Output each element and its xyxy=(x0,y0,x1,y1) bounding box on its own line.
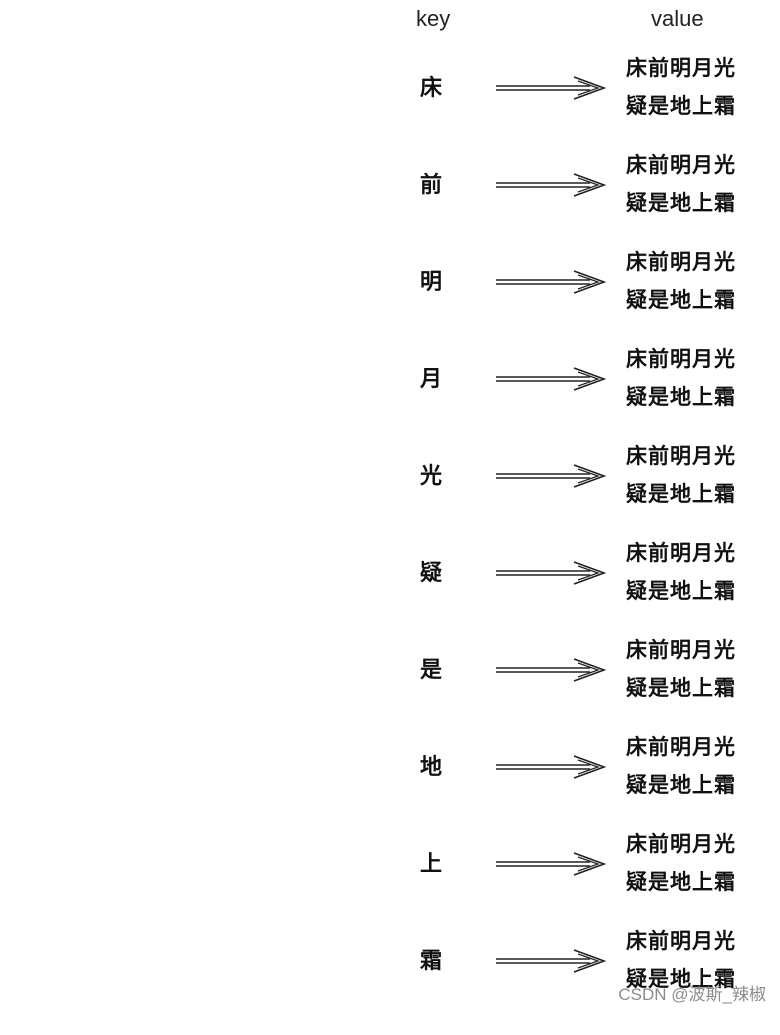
value-line-1: 床前明月光 xyxy=(626,929,736,953)
right-double-line-arrow-icon xyxy=(496,173,607,197)
value-header: value xyxy=(651,6,704,31)
value-line-2: 疑是地上霜 xyxy=(626,94,736,118)
right-double-line-arrow-icon xyxy=(496,949,607,973)
right-double-line-arrow-icon xyxy=(496,561,607,585)
mapping-row: 地 床前明月光疑是地上霜 xyxy=(0,735,780,841)
value-line-1: 床前明月光 xyxy=(626,541,736,565)
key-char: 地 xyxy=(420,755,443,780)
value-line-2: 疑是地上霜 xyxy=(626,676,736,700)
mapping-row: 月 床前明月光疑是地上霜 xyxy=(0,347,780,453)
value-line-2: 疑是地上霜 xyxy=(626,579,736,603)
key-char: 明 xyxy=(420,270,443,295)
value-line-2: 疑是地上霜 xyxy=(626,191,736,215)
value-line-1: 床前明月光 xyxy=(626,347,736,371)
value-line-2: 疑是地上霜 xyxy=(626,773,736,797)
value-line-1: 床前明月光 xyxy=(626,153,736,177)
mapping-row: 上 床前明月光疑是地上霜 xyxy=(0,832,780,938)
key-char: 霜 xyxy=(420,949,443,974)
value-line-2: 疑是地上霜 xyxy=(626,870,736,894)
right-double-line-arrow-icon xyxy=(496,270,607,294)
right-double-line-arrow-icon xyxy=(496,658,607,682)
value-line-1: 床前明月光 xyxy=(626,444,736,468)
key-char: 前 xyxy=(420,173,443,198)
value-line-1: 床前明月光 xyxy=(626,832,736,856)
mapping-row: 疑 床前明月光疑是地上霜 xyxy=(0,541,780,647)
key-char: 疑 xyxy=(420,561,443,586)
watermark: CSDN @波斯_辣椒 xyxy=(618,985,766,1004)
mapping-row: 是 床前明月光疑是地上霜 xyxy=(0,638,780,744)
key-char: 月 xyxy=(420,367,443,392)
right-double-line-arrow-icon xyxy=(496,76,607,100)
right-double-line-arrow-icon xyxy=(496,464,607,488)
value-line-1: 床前明月光 xyxy=(626,56,736,80)
key-char: 光 xyxy=(420,464,443,489)
value-line-1: 床前明月光 xyxy=(626,638,736,662)
mapping-row: 床 床前明月光疑是地上霜 xyxy=(0,56,780,162)
value-line-1: 床前明月光 xyxy=(626,735,736,759)
value-line-2: 疑是地上霜 xyxy=(626,385,736,409)
key-header: key xyxy=(416,6,451,31)
key-char: 床 xyxy=(420,76,443,101)
mapping-row: 前 床前明月光疑是地上霜 xyxy=(0,153,780,259)
value-line-2: 疑是地上霜 xyxy=(626,482,736,506)
key-char: 上 xyxy=(420,852,443,877)
right-double-line-arrow-icon xyxy=(496,367,607,391)
right-double-line-arrow-icon xyxy=(496,852,607,876)
right-double-line-arrow-icon xyxy=(496,755,607,779)
value-line-2: 疑是地上霜 xyxy=(626,288,736,312)
mapping-row: 明 床前明月光疑是地上霜 xyxy=(0,250,780,356)
value-line-1: 床前明月光 xyxy=(626,250,736,274)
key-char: 是 xyxy=(420,658,443,683)
mapping-row: 光 床前明月光疑是地上霜 xyxy=(0,444,780,550)
